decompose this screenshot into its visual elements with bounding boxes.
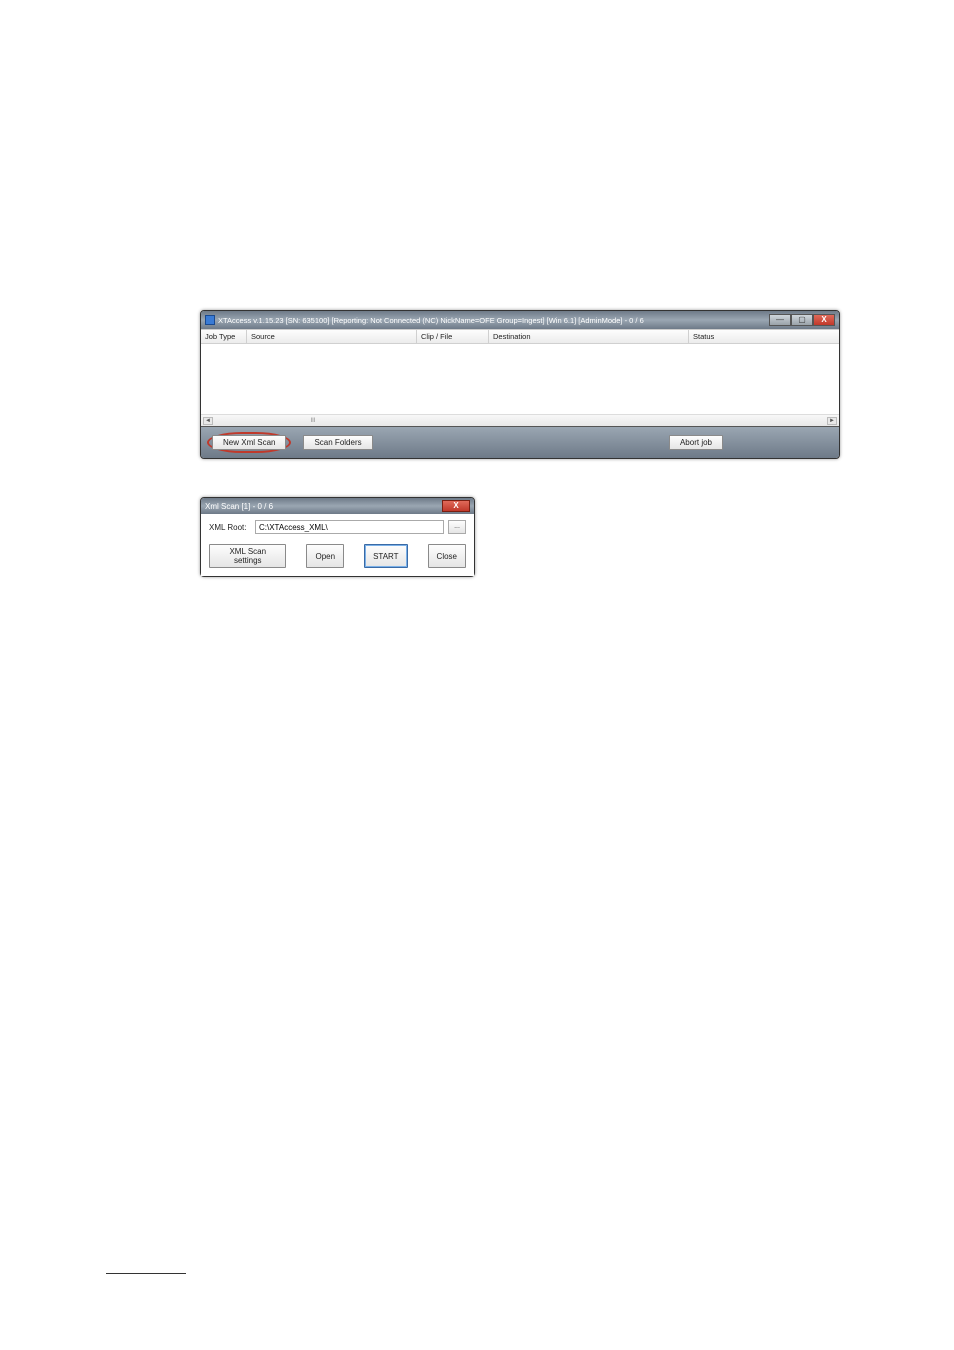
xml-root-label: XML Root: xyxy=(209,523,251,532)
titlebar[interactable]: XTAccess v.1.15.23 [SN: 635100] [Reporti… xyxy=(201,311,839,329)
col-jobtype[interactable]: Job Type xyxy=(201,330,247,343)
col-source[interactable]: Source xyxy=(247,330,417,343)
abort-job-button[interactable]: Abort job xyxy=(669,435,723,450)
col-status[interactable]: Status xyxy=(689,330,839,343)
xml-root-input[interactable] xyxy=(255,520,444,534)
xml-root-row: XML Root: ... xyxy=(209,520,466,534)
minimize-button[interactable]: — xyxy=(769,314,791,326)
xtaccess-main-window: XTAccess v.1.15.23 [SN: 635100] [Reporti… xyxy=(200,310,840,459)
xml-scan-dialog: Xml Scan [1] - 0 / 6 X XML Root: ... XML… xyxy=(200,497,475,577)
highlight-circle: New Xml Scan xyxy=(207,432,291,453)
dialog-titlebar[interactable]: Xml Scan [1] - 0 / 6 X xyxy=(201,498,474,514)
scan-folders-button[interactable]: Scan Folders xyxy=(303,435,372,450)
open-button[interactable]: Open xyxy=(306,544,344,568)
dialog-body: XML Root: ... XML Scan settings Open STA… xyxy=(201,514,474,576)
app-icon xyxy=(205,315,215,325)
dialog-close-button[interactable]: X xyxy=(442,500,470,512)
col-destination[interactable]: Destination xyxy=(489,330,689,343)
page-footer-rule xyxy=(106,1273,186,1274)
close-button[interactable]: Close xyxy=(428,544,466,568)
job-table-header: Job Type Source Clip / File Destination … xyxy=(201,330,839,344)
scroll-left-icon[interactable]: ◄ xyxy=(203,417,213,425)
new-xml-scan-button[interactable]: New Xml Scan xyxy=(212,435,286,450)
horizontal-scrollbar[interactable]: ◄ III ► xyxy=(201,414,839,426)
xml-scan-settings-button[interactable]: XML Scan settings xyxy=(209,544,286,568)
window-controls: — ▢ X xyxy=(769,314,835,326)
col-clipfile[interactable]: Clip / File xyxy=(417,330,489,343)
start-button[interactable]: START xyxy=(364,544,407,568)
scroll-marker: III xyxy=(310,418,315,424)
window-body: Job Type Source Clip / File Destination … xyxy=(201,329,839,426)
bottom-toolbar: New Xml Scan Scan Folders Abort job xyxy=(201,426,839,458)
dialog-title: Xml Scan [1] - 0 / 6 xyxy=(205,502,442,511)
scroll-track[interactable]: III xyxy=(213,418,413,424)
window-title: XTAccess v.1.15.23 [SN: 635100] [Reporti… xyxy=(218,316,769,325)
browse-button[interactable]: ... xyxy=(448,520,466,534)
close-button[interactable]: X xyxy=(813,314,835,326)
scroll-right-icon[interactable]: ► xyxy=(827,417,837,425)
dialog-button-row: XML Scan settings Open START Close xyxy=(209,542,466,570)
job-table-body xyxy=(201,344,839,414)
maximize-button[interactable]: ▢ xyxy=(791,314,813,326)
